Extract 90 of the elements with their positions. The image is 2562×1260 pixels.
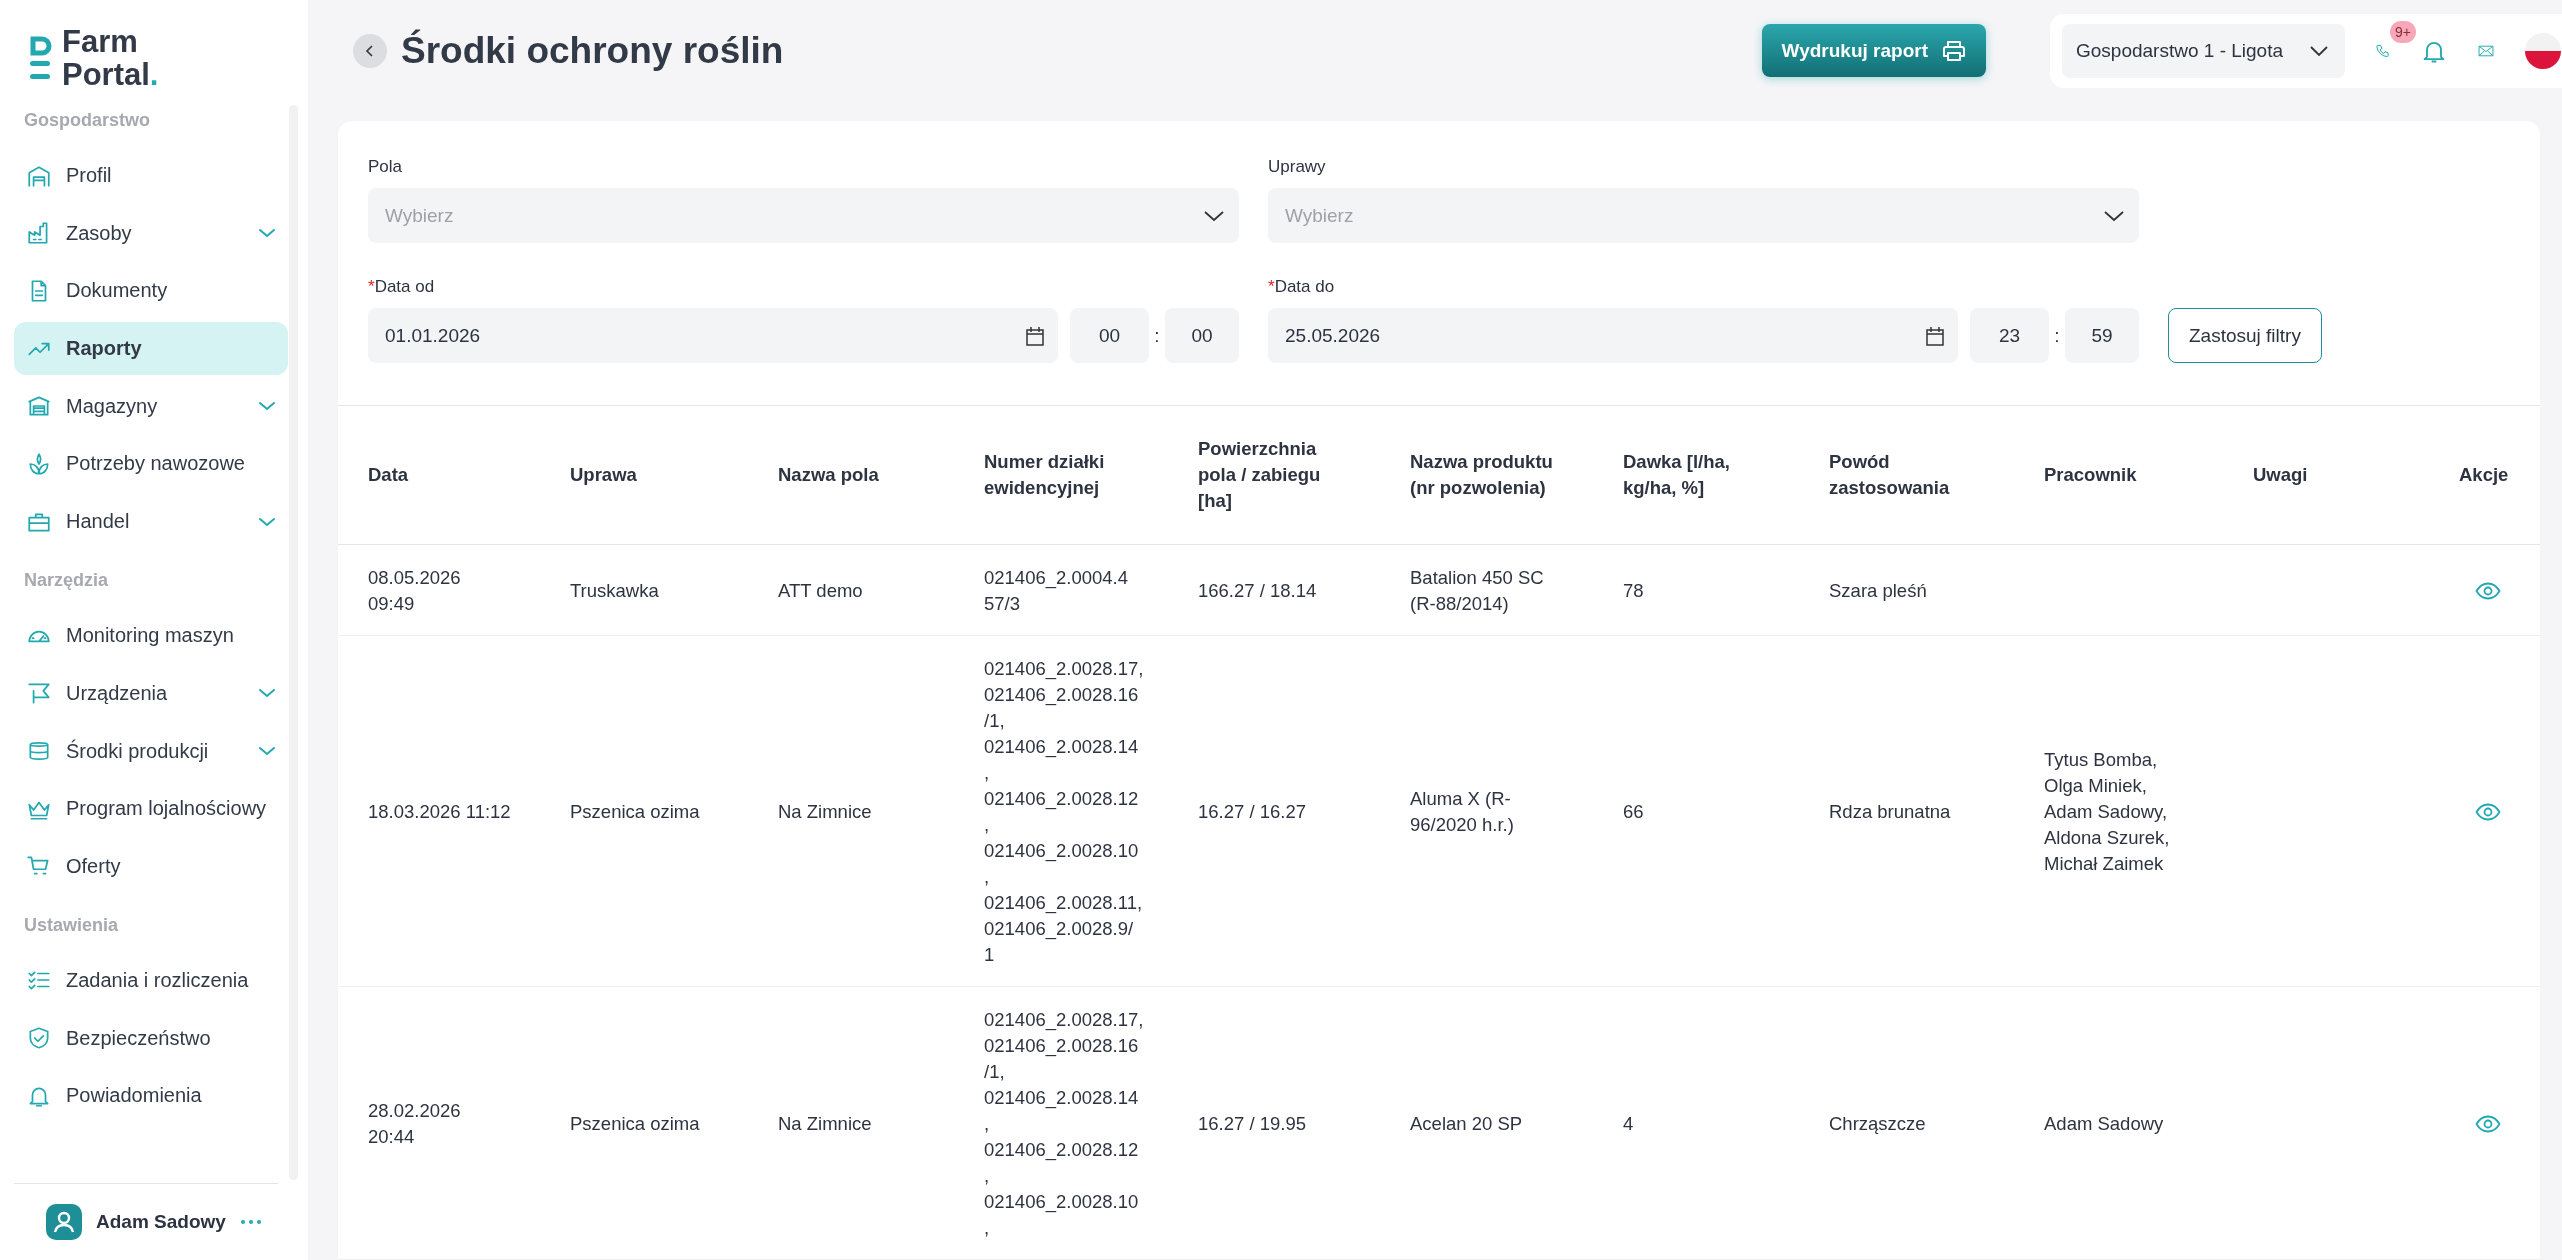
- product-cell: Aluma X (R- 96/2020 h.r.): [1410, 788, 1514, 835]
- reason-cell: Chrząszcze: [1829, 1113, 1926, 1134]
- field-name-cell: Na Zimnice: [778, 1113, 872, 1134]
- area-cell: 166.27 / 18.14: [1198, 580, 1317, 601]
- column-header: Pracownik: [2044, 464, 2137, 485]
- sidebar-item[interactable]: Handel: [14, 495, 288, 549]
- parcel-number-cell: 021406_2.0028.17, 021406_2.0028.16 /1, 021406_2.0028.14 , 021406_2.0028.12 , 021406_2.0028.10 ,: [984, 1009, 1144, 1238]
- field-label: Pola: [368, 157, 404, 177]
- date-cell: 28.02.2026 20:44: [368, 1100, 461, 1147]
- worker-cell: Tytus Bomba, Olga Miniek, Adam Sadowy, Aldona Szurek, Michał Zaimek: [2044, 749, 2170, 874]
- dose-cell: 66: [1623, 801, 1644, 822]
- pennant-icon: [26, 680, 52, 707]
- column-header: Data: [368, 464, 409, 485]
- sidebar-item[interactable]: Powiadomienia: [14, 1069, 288, 1123]
- column-header: Powód zastosowania: [1829, 451, 1950, 498]
- print-report-button[interactable]: Wydrukuj raport: [1761, 24, 1986, 77]
- date-cell: 08.05.2026 09:49: [368, 567, 461, 614]
- column-header: Powierzchnia pola / zabiegu [ha]: [1198, 438, 1321, 511]
- date-field[interactable]: 01.01.2026: [368, 308, 1058, 363]
- sidebar-item[interactable]: Dokumenty: [14, 264, 288, 318]
- column-header: Akcje: [2459, 464, 2509, 485]
- column-header: Nazwa produktu (nr pozwolenia): [1410, 451, 1553, 498]
- sidebar-item[interactable]: Oferty: [14, 839, 288, 893]
- parcel-number-cell: 021406_2.0004.4 57/3: [984, 567, 1129, 614]
- user-name[interactable]: Adam Sadowy: [96, 1211, 226, 1233]
- chevron-down-icon: [1203, 209, 1225, 222]
- logo-text: Farm Portal.: [62, 26, 159, 92]
- minute-field[interactable]: 00: [1165, 308, 1239, 363]
- eye-icon[interactable]: [2475, 582, 2501, 600]
- field-name-cell: ATT demo: [778, 580, 863, 601]
- sidebar-item[interactable]: Magazyny: [14, 379, 288, 433]
- section-title: Gospodarstwo: [23, 109, 151, 132]
- crop-cell: Truskawka: [570, 580, 659, 601]
- chevron-down-icon: [2309, 44, 2329, 57]
- date-cell: 18.03.2026 11:12: [368, 801, 511, 822]
- area-cell: 16.27 / 19.95: [1198, 1113, 1306, 1134]
- dose-cell: 78: [1623, 580, 1644, 601]
- sidebar-item[interactable]: Urządzenia: [14, 666, 288, 720]
- eye-icon[interactable]: [2475, 803, 2501, 821]
- back-button[interactable]: [353, 33, 387, 68]
- section-title: Narzędzia: [23, 569, 110, 593]
- sidebar-item[interactable]: Monitoring maszyn: [14, 609, 288, 663]
- reason-cell: Szara pleśń: [1829, 580, 1927, 601]
- sidebar-item[interactable]: Profil: [14, 149, 288, 202]
- column-header: Uprawa: [570, 464, 637, 485]
- user-avatar-icon: [46, 1204, 82, 1240]
- column-header: Uwagi: [2253, 464, 2308, 485]
- more-icon[interactable]: [239, 1219, 262, 1225]
- logo-icon: [30, 36, 52, 82]
- sidebar-item[interactable]: Środki produkcji: [14, 724, 288, 778]
- crop-cell: Pszenica ozima: [570, 1113, 700, 1134]
- minute-field[interactable]: 59: [2065, 308, 2139, 363]
- eye-icon[interactable]: [2475, 1115, 2501, 1133]
- product-cell: Batalion 450 SC (R-88/2014): [1410, 567, 1544, 614]
- notification-badge: 9+: [2389, 20, 2416, 43]
- time-separator: :: [2053, 324, 2061, 347]
- product-cell: Acelan 20 SP: [1410, 1113, 1523, 1134]
- sidebar-item[interactable]: Bezpieczeństwo: [14, 1011, 288, 1065]
- area-cell: 16.27 / 16.27: [1198, 801, 1306, 822]
- hour-field[interactable]: 23: [1970, 308, 2049, 363]
- sidebar-item[interactable]: Zadania i rozliczenia: [14, 953, 288, 1007]
- sidebar-item[interactable]: Potrzeby nawozowe: [14, 437, 288, 491]
- field-label: *Data od: [368, 277, 436, 297]
- column-header: Nazwa pola: [778, 464, 879, 485]
- dose-cell: 4: [1623, 1113, 1634, 1134]
- parcel-number-cell: 021406_2.0028.17, 021406_2.0028.16 /1, 021406_2.0028.14 , 021406_2.0028.12 , 021406_2.0028.10 , 021406_2.0028.11, 021406_2.0028.9/ 1: [984, 658, 1144, 965]
- scrollbar[interactable]: [289, 105, 298, 1180]
- chevron-down-icon: [2103, 209, 2125, 222]
- printer-icon: [1942, 39, 1966, 62]
- sidebar-item[interactable]: Raporty: [14, 322, 288, 376]
- apply-filters-button[interactable]: Zastosuj filtry: [2168, 308, 2322, 363]
- sidebar-item[interactable]: Zasoby: [14, 206, 288, 260]
- field-name-cell: Na Zimnice: [778, 801, 872, 822]
- field-label: Uprawy: [1268, 157, 1327, 177]
- column-header: Numer działki ewidencyjnej: [984, 451, 1105, 498]
- column-header: Dawka [l/ha, kg/ha, %]: [1623, 451, 1730, 498]
- field-label: *Data do: [1268, 277, 1336, 297]
- farm-select[interactable]: Gospodarstwo 1 - Ligota: [2062, 23, 2345, 78]
- worker-cell: Adam Sadowy: [2044, 1113, 2164, 1134]
- section-title: Ustawienia: [23, 913, 120, 937]
- sidebar-item[interactable]: Program lojalnościowy: [14, 782, 288, 836]
- crop-cell: Pszenica ozima: [570, 801, 700, 822]
- page-title: Środki ochrony roślin: [401, 29, 784, 72]
- hour-field[interactable]: 00: [1070, 308, 1149, 363]
- calendar-icon: [1924, 324, 1946, 347]
- time-separator: :: [1153, 324, 1161, 347]
- reason-cell: Rdza brunatna: [1829, 801, 1951, 822]
- date-field[interactable]: 25.05.2026: [1268, 308, 1958, 363]
- poland-flag-icon[interactable]: [2524, 31, 2562, 70]
- calendar-icon: [1024, 324, 1046, 347]
